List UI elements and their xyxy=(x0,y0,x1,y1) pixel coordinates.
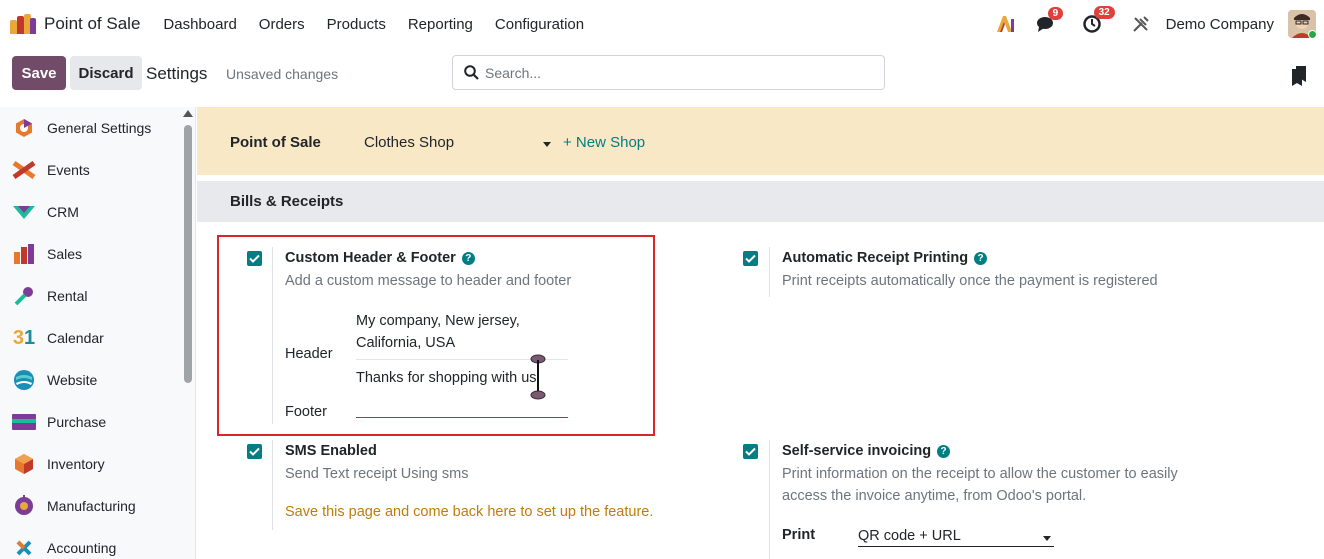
sidebar-item-accounting[interactable]: Accounting xyxy=(0,527,195,559)
sidebar-item-inventory[interactable]: Inventory xyxy=(0,443,195,485)
activities-clock-icon[interactable]: 32 xyxy=(1082,6,1115,34)
inventory-icon xyxy=(12,453,36,475)
scroll-up-arrow-icon[interactable] xyxy=(183,110,193,117)
print-select[interactable]: QR code + URL xyxy=(858,527,1054,547)
setting-divider xyxy=(769,440,770,559)
sidebar-item-crm[interactable]: CRM xyxy=(0,191,195,233)
sidebar-item-purchase[interactable]: Purchase xyxy=(0,401,195,443)
control-panel: Save Discard Settings Unsaved changes xyxy=(0,48,1324,100)
crm-icon xyxy=(12,201,36,223)
sidebar-item-events[interactable]: Events xyxy=(0,149,195,191)
ai-icon[interactable] xyxy=(996,15,1016,33)
menu-reporting[interactable]: Reporting xyxy=(408,16,473,33)
sidebar-item-website[interactable]: Website xyxy=(0,359,195,401)
search-bar[interactable] xyxy=(452,55,885,90)
unsaved-changes-indicator: Unsaved changes xyxy=(226,66,339,82)
bookmark-icon[interactable] xyxy=(1292,66,1306,89)
sidebar-item-manufacturing[interactable]: Manufacturing xyxy=(0,485,195,527)
shop-band-label: Point of Sale xyxy=(230,134,321,151)
sms-enabled-checkbox[interactable] xyxy=(247,444,262,459)
general-settings-icon xyxy=(12,117,36,139)
sales-icon xyxy=(12,243,36,265)
save-button[interactable]: Save xyxy=(12,56,66,90)
app-brand[interactable]: Point of Sale xyxy=(10,14,140,34)
activities-badge: 32 xyxy=(1093,6,1115,19)
help-question-icon[interactable]: ? xyxy=(974,252,988,265)
sms-enabled-title: SMS Enabled xyxy=(285,443,377,459)
user-avatar[interactable] xyxy=(1288,10,1316,38)
section-header: Bills & Receipts xyxy=(197,181,1324,222)
rental-icon xyxy=(12,285,36,307)
search-input[interactable] xyxy=(485,64,865,81)
events-icon xyxy=(12,159,36,181)
automatic-receipt-checkbox[interactable] xyxy=(743,251,758,266)
main-menu: Dashboard Orders Products Reporting Conf… xyxy=(152,16,595,33)
print-label: Print xyxy=(782,527,816,543)
point-of-sale-logo-icon xyxy=(10,14,36,34)
self-service-description: Print information on the receipt to allo… xyxy=(782,466,1178,504)
sms-enabled-description: Send Text receipt Using sms xyxy=(285,466,469,482)
new-shop-link[interactable]: + New Shop xyxy=(563,134,645,151)
self-service-title: Self-service invoicing? xyxy=(782,443,951,459)
tools-icon[interactable] xyxy=(1132,15,1150,33)
shop-select[interactable]: Clothes Shop xyxy=(364,134,554,151)
sms-enabled-warning: Save this page and come back here to set… xyxy=(285,504,654,520)
messages-icon[interactable]: 9 xyxy=(1036,7,1064,33)
company-switcher[interactable]: Demo Company xyxy=(1166,16,1274,33)
systray: 9 32 Demo Company xyxy=(986,0,1324,48)
search-icon xyxy=(464,65,479,80)
caret-down-icon[interactable] xyxy=(543,142,551,147)
top-navbar: Point of Sale Dashboard Orders Products … xyxy=(0,0,1324,48)
sidebar-item-rental[interactable]: Rental xyxy=(0,275,195,317)
menu-dashboard[interactable]: Dashboard xyxy=(163,16,236,33)
settings-sidebar: General Settings Events CRM Sales Rental… xyxy=(0,107,196,559)
purchase-icon xyxy=(12,411,36,433)
self-service-checkbox[interactable] xyxy=(743,444,758,459)
automatic-receipt-title: Automatic Receipt Printing? xyxy=(782,250,988,266)
help-question-icon[interactable]: ? xyxy=(937,445,951,458)
print-select-value: QR code + URL xyxy=(858,528,961,544)
menu-products[interactable]: Products xyxy=(327,16,386,33)
calendar-icon: 31 xyxy=(12,326,36,349)
pos-shop-band: Point of Sale Clothes Shop + New Shop xyxy=(197,107,1324,175)
setting-divider xyxy=(272,440,273,530)
menu-orders[interactable]: Orders xyxy=(259,16,305,33)
messages-badge: 9 xyxy=(1047,7,1064,20)
setting-divider xyxy=(769,247,770,297)
automatic-receipt-description: Print receipts automatically once the pa… xyxy=(782,273,1158,289)
sidebar-item-general-settings[interactable]: General Settings xyxy=(0,107,195,149)
website-icon xyxy=(12,369,36,391)
sidebar-scrollbar[interactable] xyxy=(181,107,195,559)
sidebar-item-calendar[interactable]: 31 Calendar xyxy=(0,317,195,359)
manufacturing-icon xyxy=(12,495,36,517)
discard-button[interactable]: Discard xyxy=(70,56,142,90)
page-title: Settings xyxy=(146,64,208,83)
menu-configuration[interactable]: Configuration xyxy=(495,16,584,33)
app-name: Point of Sale xyxy=(44,14,141,33)
section-title: Bills & Receipts xyxy=(230,193,344,210)
caret-down-icon xyxy=(1043,536,1051,541)
highlight-annotation-box xyxy=(217,235,655,436)
scrollbar-thumb[interactable] xyxy=(184,125,192,383)
accounting-icon xyxy=(12,537,36,559)
sidebar-item-sales[interactable]: Sales xyxy=(0,233,195,275)
